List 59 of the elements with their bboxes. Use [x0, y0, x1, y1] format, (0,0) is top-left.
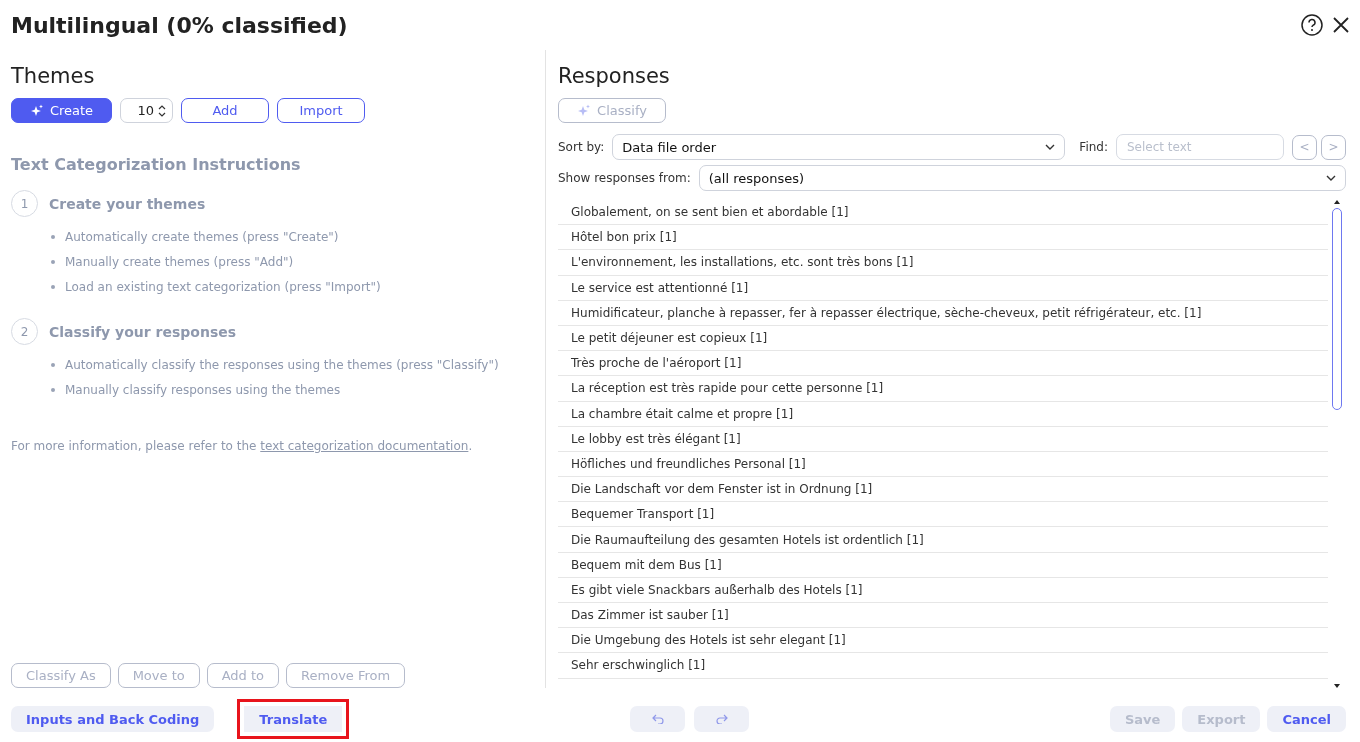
response-row[interactable]: Humidificateur, planche à repasser, fer à repasser électrique, sèche-cheveux, petit réfrigérateur, etc. [1] — [558, 300, 1328, 326]
bullet-icon — [51, 260, 55, 264]
scroll-up-icon[interactable] — [1334, 200, 1340, 204]
response-row[interactable]: La réception est très rapide pour cette personne [1] — [558, 376, 1328, 402]
chevron-down-icon — [1045, 144, 1056, 150]
step-title: Create your themes — [49, 195, 206, 212]
response-row[interactable]: Bequem mit dem Bus [1] — [558, 552, 1328, 578]
response-row[interactable]: L'environnement, les installations, etc. sont très bons [1] — [558, 250, 1328, 276]
response-row[interactable]: Die Landschaft vor dem Fenster ist in Ordnung [1] — [558, 477, 1328, 503]
instruction-item: Manually create themes (press "Add") — [65, 255, 294, 269]
response-row[interactable]: Das Zimmer ist sauber [1] — [558, 603, 1328, 629]
scroll-down-icon[interactable] — [1334, 684, 1340, 688]
response-row[interactable]: Le petit déjeuner est copieux [1] — [558, 325, 1328, 352]
sparkle-icon — [577, 103, 592, 118]
response-row[interactable]: La chambre était calme et propre [1] — [558, 401, 1328, 427]
create-button[interactable]: Create — [11, 98, 112, 123]
footer-button[interactable]: Cancel — [1267, 706, 1346, 732]
help-icon[interactable] — [1301, 14, 1323, 36]
bullet-icon — [51, 363, 55, 367]
response-row[interactable]: Sehr erschwinglich [1] — [558, 653, 1328, 679]
response-row[interactable]: Die Raumaufteilung des gesamten Hotels ist ordentlich [1] — [558, 527, 1328, 553]
bullet-icon — [51, 235, 55, 239]
instruction-item: Automatically classify the responses using the themes (press "Classify") — [65, 358, 499, 372]
import-button[interactable]: Import — [277, 98, 365, 123]
theme-count-field[interactable]: 10 — [120, 98, 173, 123]
response-row[interactable]: Globalement, on se sent bien et abordable [1] — [558, 200, 1328, 226]
undo-icon — [651, 714, 664, 724]
responses-heading: Responses — [558, 64, 671, 88]
bullet-icon — [51, 285, 55, 289]
sort-select[interactable]: Data file order — [612, 134, 1066, 160]
response-row[interactable]: Très proche de l'aéroport [1] — [558, 351, 1328, 377]
bullet-icon — [51, 388, 55, 392]
response-row[interactable]: Bequemer Transport [1] — [558, 502, 1328, 528]
instruction-item: Automatically create themes (press "Create") — [65, 230, 339, 244]
instructions-heading: Text Categorization Instructions — [11, 155, 302, 174]
sparkle-icon — [29, 103, 44, 118]
sort-label: Sort by: — [558, 140, 605, 154]
response-row[interactable]: Höfliches und freundliches Personal [1] — [558, 451, 1328, 478]
response-row[interactable]: Hôtel bon prix [1] — [558, 225, 1328, 251]
themes-heading: Themes — [11, 64, 96, 88]
close-icon[interactable] — [1333, 17, 1349, 33]
response-row[interactable]: Es gibt viele Snackbars außerhalb des Hotels [1] — [558, 577, 1328, 603]
instruction-item: Load an existing text categorization (press "Import") — [65, 280, 381, 294]
show-label: Show responses from: — [558, 171, 691, 185]
inputs-back-coding-button[interactable]: Inputs and Back Coding — [11, 706, 215, 732]
show-select[interactable]: (all responses) — [698, 165, 1346, 191]
window-title: Multilingual (0% classified) — [11, 12, 348, 38]
step-title: Classify your responses — [49, 323, 237, 340]
info-text: For more information, please refer to the text categorization documentation. — [11, 439, 474, 453]
instruction-item: Manually classify responses using the themes — [65, 383, 341, 397]
chevron-down-icon — [1326, 175, 1336, 181]
stepper-icon — [158, 103, 166, 118]
add-button[interactable]: Add — [181, 98, 269, 123]
response-row[interactable]: Le service est attentionné [1] — [558, 275, 1328, 301]
redo-icon — [715, 714, 728, 724]
translate-button[interactable]: Translate — [237, 699, 350, 739]
find-label: Find: — [1079, 140, 1108, 154]
response-row[interactable]: Le lobby est très élégant [1] — [558, 426, 1328, 452]
response-row[interactable]: Die Umgebung des Hotels ist sehr elegant [1] — [558, 628, 1328, 654]
